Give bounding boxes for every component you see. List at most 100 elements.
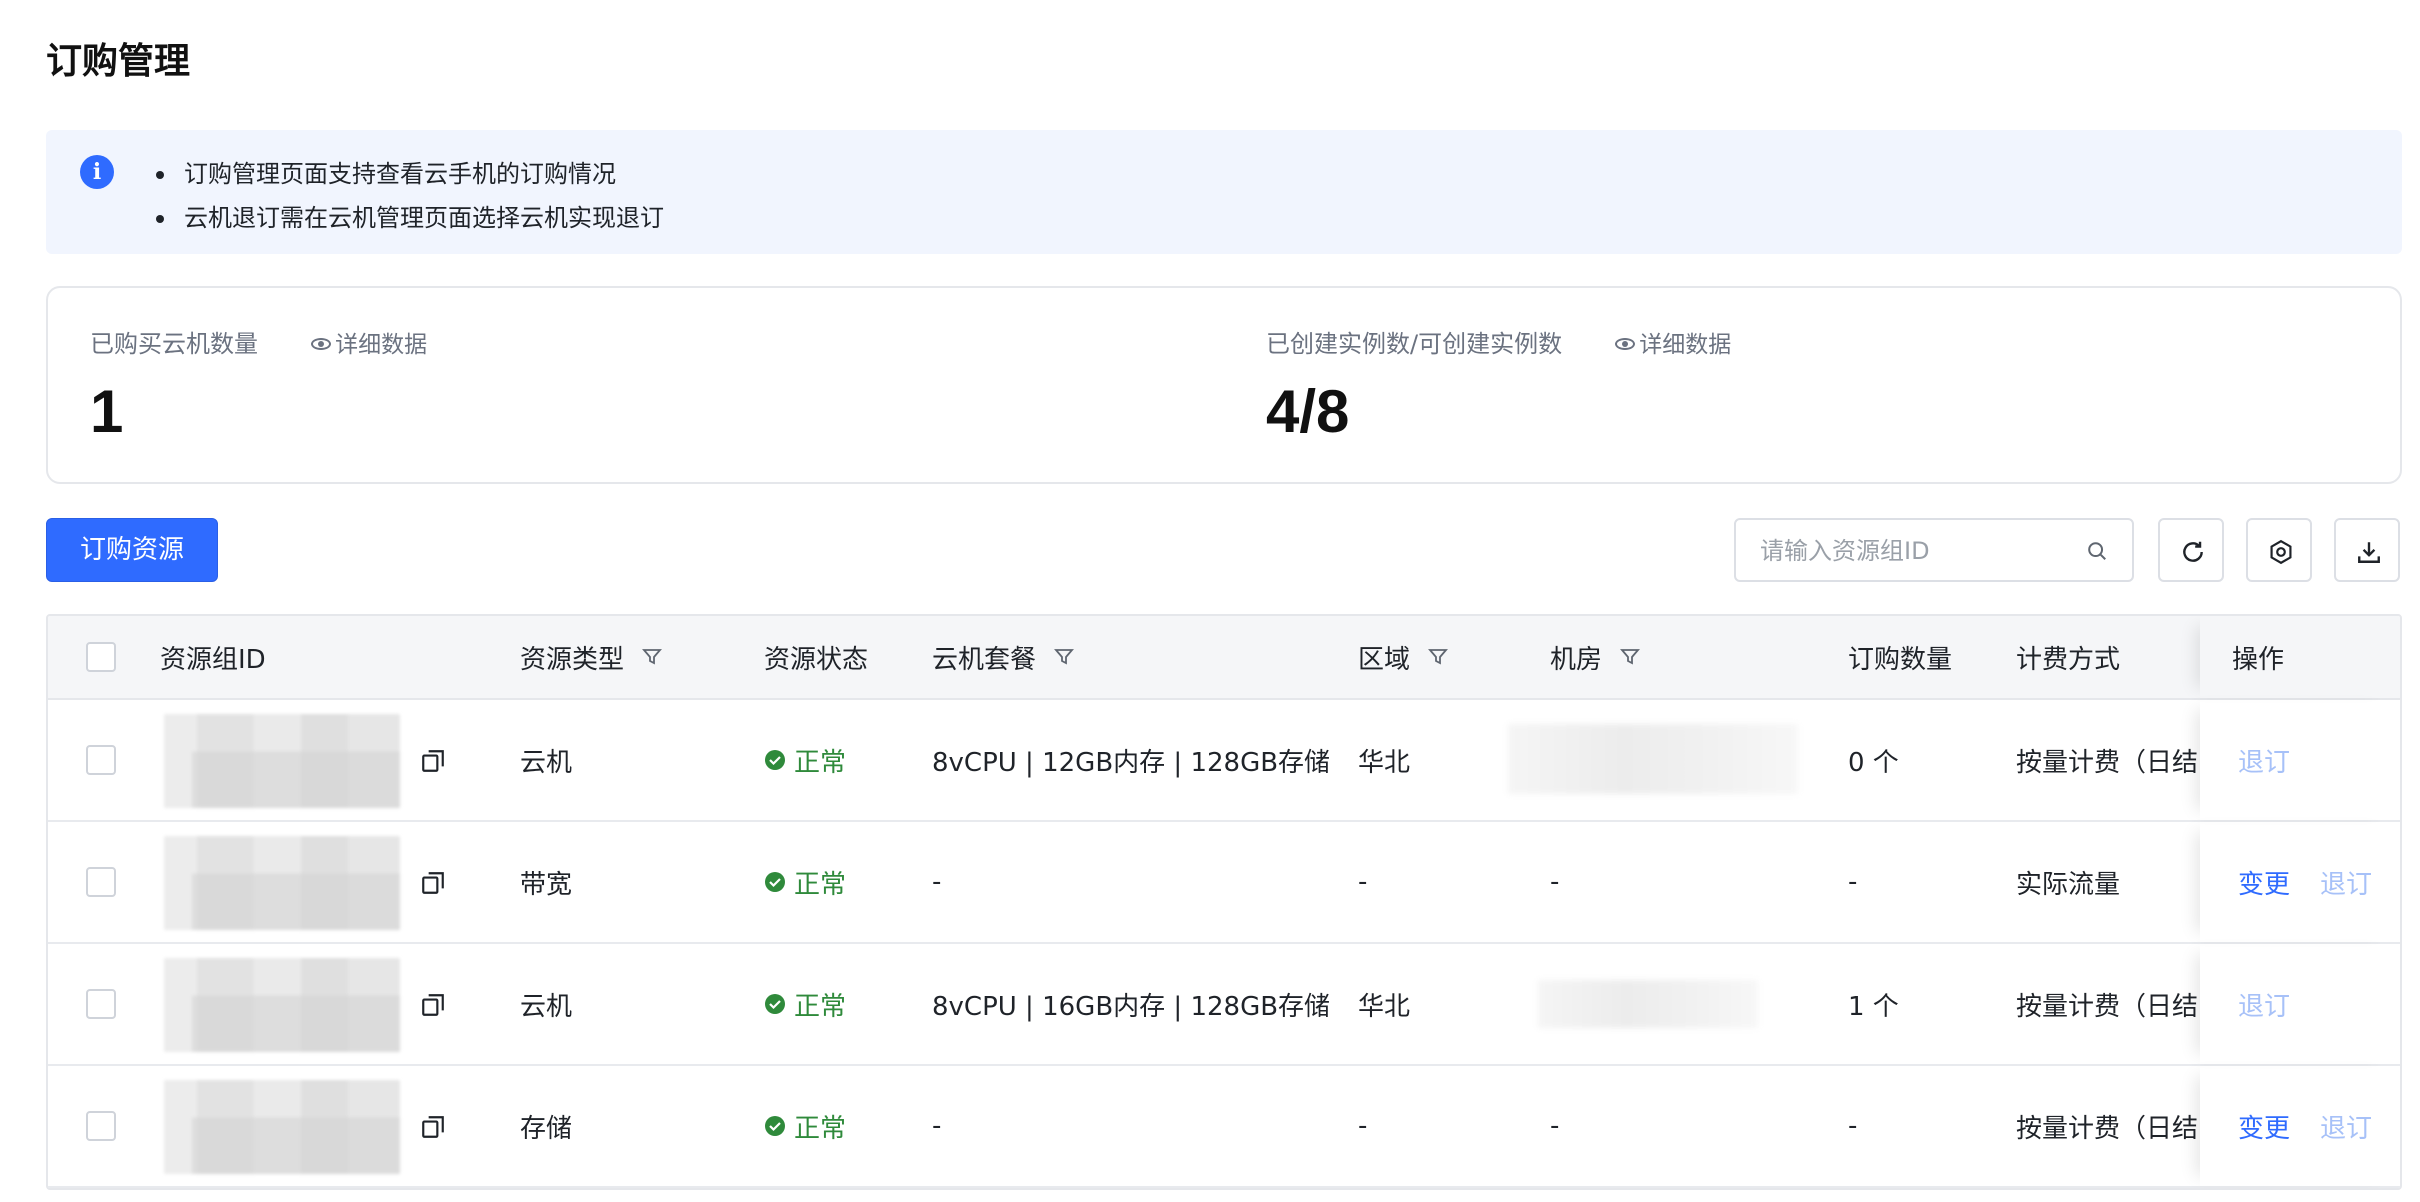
resource-type: 云机 <box>520 747 573 778</box>
copy-icon[interactable] <box>420 748 446 774</box>
search-icon[interactable] <box>2086 540 2108 562</box>
resource-type: 存储 <box>520 1113 573 1144</box>
notice-list: 订购管理页面支持查看云手机的订购情况 云机退订需在云机管理页面选择云机实现退订 <box>156 152 664 240</box>
billing-method: 按量计费（日结 <box>2016 747 2199 778</box>
stat-purchased-count: 已购买云机数量 详细数据 1 <box>90 324 427 446</box>
row-checkbox[interactable] <box>86 745 116 775</box>
copy-icon[interactable] <box>420 992 446 1018</box>
table-row: 云机 正常 8vCPU | 16GB内存 | 128GB存储 华北 1 个 按量… <box>48 944 2400 1066</box>
copy-icon[interactable] <box>420 1114 446 1140</box>
status-badge: 正常 <box>764 822 846 942</box>
detail-data-link[interactable]: 详细数据 <box>311 325 427 359</box>
column-header-package: 云机套餐 <box>932 616 1074 698</box>
info-icon: i <box>80 155 114 189</box>
table-row: 存储 正常 - - - - 按量计费（日结 变更 退订 <box>48 1066 2400 1188</box>
actions-cell: 变更 退订 <box>2200 822 2400 942</box>
region: - <box>1358 867 1368 897</box>
select-all-checkbox[interactable] <box>86 642 116 672</box>
row-checkbox[interactable] <box>86 867 116 897</box>
order-count: 1 个 <box>1848 991 1899 1022</box>
settings-button[interactable] <box>2246 518 2312 582</box>
status-badge: 正常 <box>764 944 846 1064</box>
copy-icon[interactable] <box>420 870 446 896</box>
unsubscribe-link[interactable]: 退订 <box>2238 742 2290 779</box>
order-resource-button[interactable]: 订购资源 <box>46 518 218 582</box>
refresh-button[interactable] <box>2158 518 2224 582</box>
table-row: 云机 正常 8vCPU | 12GB内存 | 128GB存储 华北 0 个 按量… <box>48 700 2400 822</box>
redacted-resource-id <box>164 958 400 1052</box>
redacted-room <box>1508 724 1798 794</box>
redacted-room <box>1538 980 1758 1028</box>
change-link[interactable]: 变更 <box>2238 864 2290 901</box>
search-input[interactable] <box>1760 534 2060 568</box>
redacted-resource-id <box>164 714 400 808</box>
stats-panel: 已购买云机数量 详细数据 1 已创建实例数/可创建实例数 详细数据 4/8 <box>46 286 2402 484</box>
redacted-resource-id <box>164 836 400 930</box>
page-title: 订购管理 <box>46 41 191 82</box>
refresh-icon <box>2183 541 2203 562</box>
order-count: - <box>1848 1111 1858 1141</box>
billing-method: 按量计费（日结 <box>2016 991 2199 1022</box>
column-header-count: 订购数量 <box>1848 644 1953 675</box>
change-link[interactable]: 变更 <box>2238 1108 2290 1145</box>
package: - <box>932 1111 942 1141</box>
row-checkbox[interactable] <box>86 1111 116 1141</box>
redacted-resource-id <box>164 1080 400 1174</box>
settings-icon <box>2270 539 2292 565</box>
unsubscribe-link[interactable]: 退订 <box>2238 986 2290 1023</box>
column-header-room: 机房 <box>1550 616 1640 698</box>
room: - <box>1550 1111 1560 1141</box>
column-header-resource-type: 资源类型 <box>520 616 662 698</box>
region: 华北 <box>1358 747 1411 778</box>
filter-icon[interactable] <box>1428 647 1448 667</box>
actions-cell: 退订 <box>2200 944 2400 1064</box>
notice-item: 订购管理页面支持查看云手机的订购情况 <box>156 152 664 196</box>
room: - <box>1550 867 1560 897</box>
check-circle-icon <box>765 994 785 1014</box>
unsubscribe-link[interactable]: 退订 <box>2320 864 2372 901</box>
stat-instances: 已创建实例数/可创建实例数 详细数据 4/8 <box>1266 324 1731 446</box>
billing-method: 按量计费（日结 <box>2016 1113 2199 1144</box>
package: - <box>932 867 942 897</box>
eye-icon <box>311 337 332 350</box>
eye-icon <box>1615 337 1636 350</box>
check-circle-icon <box>765 1116 785 1136</box>
region: - <box>1358 1111 1368 1141</box>
orders-table: 资源组ID 资源类型 资源状态 云机套餐 区域 机房 订购数量 计费方式 操作 … <box>46 614 2402 1190</box>
order-count: - <box>1848 867 1858 897</box>
notice-banner: i 订购管理页面支持查看云手机的订购情况 云机退订需在云机管理页面选择云机实现退… <box>46 130 2402 254</box>
actions-cell: 退订 <box>2200 700 2400 820</box>
package: 8vCPU | 16GB内存 | 128GB存储 <box>932 991 1331 1022</box>
region: 华北 <box>1358 991 1411 1022</box>
status-badge: 正常 <box>764 1066 846 1186</box>
download-button[interactable] <box>2334 518 2400 582</box>
actions-cell: 变更 退订 <box>2200 1066 2400 1186</box>
filter-icon[interactable] <box>1620 647 1640 667</box>
column-header-region: 区域 <box>1358 616 1448 698</box>
status-badge: 正常 <box>764 700 846 820</box>
notice-item: 云机退订需在云机管理页面选择云机实现退订 <box>156 196 664 240</box>
stat-value: 4/8 <box>1266 378 1350 445</box>
fixed-column-shadow <box>2200 616 2400 698</box>
check-circle-icon <box>765 872 785 892</box>
row-checkbox[interactable] <box>86 989 116 1019</box>
package: 8vCPU | 12GB内存 | 128GB存储 <box>932 747 1331 778</box>
billing-method: 实际流量 <box>2016 869 2121 900</box>
search-box <box>1734 518 2134 582</box>
resource-type: 云机 <box>520 991 573 1022</box>
column-header-resource-status: 资源状态 <box>764 644 869 675</box>
stat-label: 已购买云机数量 <box>90 330 258 358</box>
filter-icon[interactable] <box>1054 647 1074 667</box>
resource-type: 带宽 <box>520 869 573 900</box>
column-header-resource-id: 资源组ID <box>160 644 266 675</box>
column-header-billing: 计费方式 <box>2016 644 2121 675</box>
stat-label: 已创建实例数/可创建实例数 <box>1266 330 1563 358</box>
download-icon <box>2358 542 2380 563</box>
check-circle-icon <box>765 750 785 770</box>
order-count: 0 个 <box>1848 747 1899 778</box>
unsubscribe-link[interactable]: 退订 <box>2320 1108 2372 1145</box>
table-header: 资源组ID 资源类型 资源状态 云机套餐 区域 机房 订购数量 计费方式 操作 <box>48 616 2400 700</box>
detail-data-link[interactable]: 详细数据 <box>1615 325 1731 359</box>
filter-icon[interactable] <box>642 647 662 667</box>
stat-value: 1 <box>90 378 124 445</box>
